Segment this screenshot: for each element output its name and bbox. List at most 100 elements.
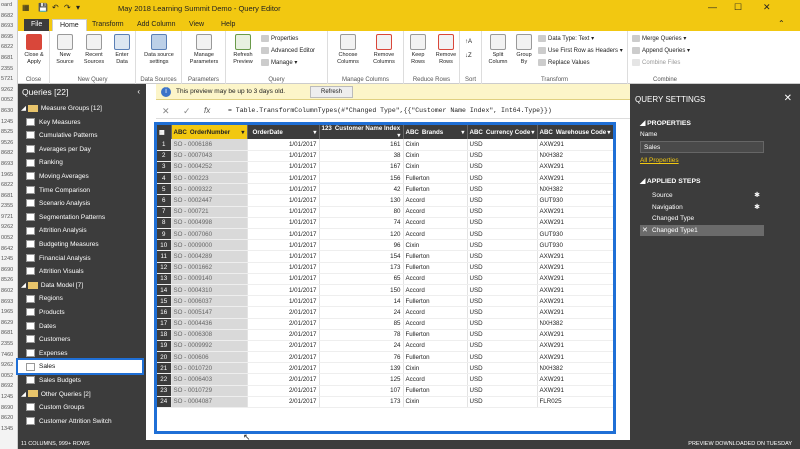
table-cell[interactable]: 2/01/2017 — [247, 351, 320, 364]
query-item[interactable]: Time Comparison — [18, 184, 146, 197]
table-row[interactable]: 6 SO - 0002447 1/01/2017 130 Accord USD GUT930 — [157, 194, 613, 207]
table-row[interactable]: 3 SO - 0004252 1/01/2017 167 Cixin USD AXW291 — [157, 161, 613, 174]
table-cell[interactable]: 2/01/2017 — [247, 306, 320, 319]
table-row[interactable]: 8 SO - 0004998 1/01/2017 74 Accord USD AXW291 — [157, 217, 613, 230]
table-cell[interactable]: 1/01/2017 — [247, 139, 320, 151]
table-cell[interactable]: 173 — [319, 396, 404, 409]
choose-columns-button[interactable]: Choose Columns — [331, 34, 365, 66]
row-number[interactable]: 9 — [157, 228, 172, 241]
table-cell[interactable]: USD — [467, 385, 538, 397]
applied-step[interactable]: ✕ Changed Type1 — [640, 224, 764, 236]
table-cell[interactable]: SO - 0001662 — [171, 262, 248, 274]
gear-icon[interactable]: ✱ — [754, 190, 760, 201]
table-cell[interactable]: Accord — [403, 228, 468, 241]
table-cell[interactable]: USD — [467, 183, 538, 196]
table-cell[interactable]: AXW291 — [537, 284, 613, 297]
table-cell[interactable]: SO - 0009992 — [171, 340, 248, 353]
query-item[interactable]: Sales — [16, 358, 144, 376]
sort-descending-icon[interactable]: ↓Z — [465, 53, 472, 59]
table-cell[interactable]: 1/01/2017 — [247, 194, 320, 207]
table-cell[interactable]: 154 — [319, 250, 404, 263]
collapse-pane-icon[interactable]: ‹ — [137, 87, 140, 96]
table-row[interactable]: 1 SO - 0006186 1/01/2017 161 Cixin USD AXW291 — [157, 139, 613, 151]
column-type-icon[interactable]: ABC — [406, 129, 419, 136]
table-cell[interactable]: NXH382 — [537, 362, 613, 375]
customize-qat-icon[interactable]: ▾ — [76, 3, 80, 12]
column-header[interactable]: OrderDate ▾ — [247, 125, 320, 139]
table-cell[interactable]: Accord — [403, 306, 468, 319]
table-cell[interactable]: SO - 0002447 — [171, 194, 248, 207]
row-number[interactable]: 8 — [157, 217, 172, 230]
combine-files-button[interactable]: Combine Files — [632, 59, 680, 66]
table-row[interactable]: 23 SO - 0010729 2/01/2017 107 Fullerton USD AX… — [157, 385, 613, 397]
table-cell[interactable]: 1/01/2017 — [247, 295, 320, 308]
table-cell[interactable]: USD — [467, 373, 538, 386]
applied-steps-section-toggle[interactable]: ◢ APPLIED STEPS — [640, 177, 701, 185]
table-cell[interactable]: 1/01/2017 — [247, 262, 320, 274]
maximize-button[interactable]: ☐ — [734, 2, 742, 13]
table-cell[interactable]: Accord — [403, 318, 468, 330]
table-cell[interactable]: 76 — [319, 351, 404, 364]
table-cell[interactable]: AXW291 — [537, 295, 613, 308]
filter-dropdown-icon[interactable]: ▾ — [241, 129, 244, 136]
recent-sources-button[interactable]: Recent Sources — [81, 34, 107, 66]
table-cell[interactable]: SO - 0007060 — [171, 228, 248, 241]
collapse-ribbon-icon[interactable]: ⌃ — [778, 19, 785, 28]
table-cell[interactable]: 120 — [319, 228, 404, 241]
applied-step[interactable]: Source ✱ — [640, 190, 764, 201]
notice-refresh-button[interactable]: Refresh — [310, 86, 354, 98]
table-cell[interactable]: Accord — [403, 340, 468, 353]
table-cell[interactable]: USD — [467, 217, 538, 230]
table-row[interactable]: 10 SO - 0009000 1/01/2017 96 Cixin USD GUT930 — [157, 239, 613, 252]
table-cell[interactable]: 150 — [319, 284, 404, 297]
row-number[interactable]: 7 — [157, 206, 172, 218]
table-cell[interactable]: Cixin — [403, 362, 468, 375]
query-item[interactable]: Attrition Visuals — [18, 265, 146, 278]
table-cell[interactable]: SO - 0004998 — [171, 217, 248, 230]
replace-values-button[interactable]: Replace Values — [538, 59, 590, 66]
query-name-input[interactable]: Sales — [640, 141, 764, 153]
column-type-icon[interactable]: ABC — [540, 129, 553, 136]
table-cell[interactable]: SO - 0004087 — [171, 396, 248, 409]
table-cell[interactable]: SO - 0004310 — [171, 284, 248, 297]
table-row[interactable]: 11 SO - 0004289 1/01/2017 154 Fullerton USD AX… — [157, 250, 613, 263]
table-row[interactable]: 4 SO - 000223 1/01/2017 156 Fullerton USD AXW2… — [157, 172, 613, 185]
table-cell[interactable]: AXW291 — [537, 172, 613, 185]
filter-dropdown-icon[interactable]: ▾ — [607, 129, 610, 136]
query-item[interactable]: Cumulative Patterns — [18, 129, 146, 142]
table-row[interactable]: 7 SO - 000721 1/01/2017 80 Accord USD AXW291 — [157, 206, 613, 218]
table-cell[interactable]: 14 — [319, 295, 404, 308]
table-cell[interactable]: 80 — [319, 206, 404, 218]
remove-rows-button[interactable]: Remove Rows — [433, 34, 459, 66]
table-cell[interactable]: FLR025 — [537, 396, 613, 409]
table-cell[interactable]: USD — [467, 228, 538, 241]
query-item[interactable]: Customers — [18, 333, 146, 346]
table-cell[interactable]: 74 — [319, 217, 404, 230]
table-row[interactable]: 16 SO - 0005147 2/01/2017 24 Accord USD AXW291 — [157, 306, 613, 319]
table-cell[interactable]: Accord — [403, 273, 468, 285]
table-cell[interactable]: SO - 000223 — [171, 172, 248, 185]
table-cell[interactable]: AXW291 — [537, 373, 613, 386]
table-cell[interactable]: 125 — [319, 373, 404, 386]
table-cell[interactable]: USD — [467, 150, 538, 162]
table-cell[interactable]: USD — [467, 284, 538, 297]
row-number[interactable]: 4 — [157, 172, 172, 185]
query-group-folder[interactable]: ◢ Measure Groups [12] — [18, 102, 146, 115]
table-cell[interactable]: SO - 0009000 — [171, 239, 248, 252]
table-cell[interactable]: AXW291 — [537, 250, 613, 263]
manage-button[interactable]: Manage ▾ — [261, 59, 297, 66]
column-header[interactable]: ABC OrderNumber ▾ — [171, 125, 248, 139]
split-column-button[interactable]: Split Column — [485, 34, 511, 66]
row-number[interactable]: 16 — [157, 306, 172, 319]
table-cell[interactable]: SO - 0005147 — [171, 306, 248, 319]
close-settings-icon[interactable]: ✕ — [784, 93, 792, 104]
table-row[interactable]: 21 SO - 0010720 2/01/2017 139 Cixin USD NXH382 — [157, 362, 613, 375]
append-queries-button[interactable]: Append Queries ▾ — [632, 47, 690, 54]
table-cell[interactable]: 38 — [319, 150, 404, 162]
tab-home[interactable]: Home — [52, 19, 87, 31]
column-type-icon[interactable]: ABC — [174, 129, 187, 136]
query-item[interactable]: Custom Groups — [18, 401, 146, 414]
query-item[interactable]: Scenario Analysis — [18, 197, 146, 210]
commit-formula-icon[interactable]: ✓ — [183, 106, 191, 117]
table-cell[interactable]: AXW291 — [537, 385, 613, 397]
